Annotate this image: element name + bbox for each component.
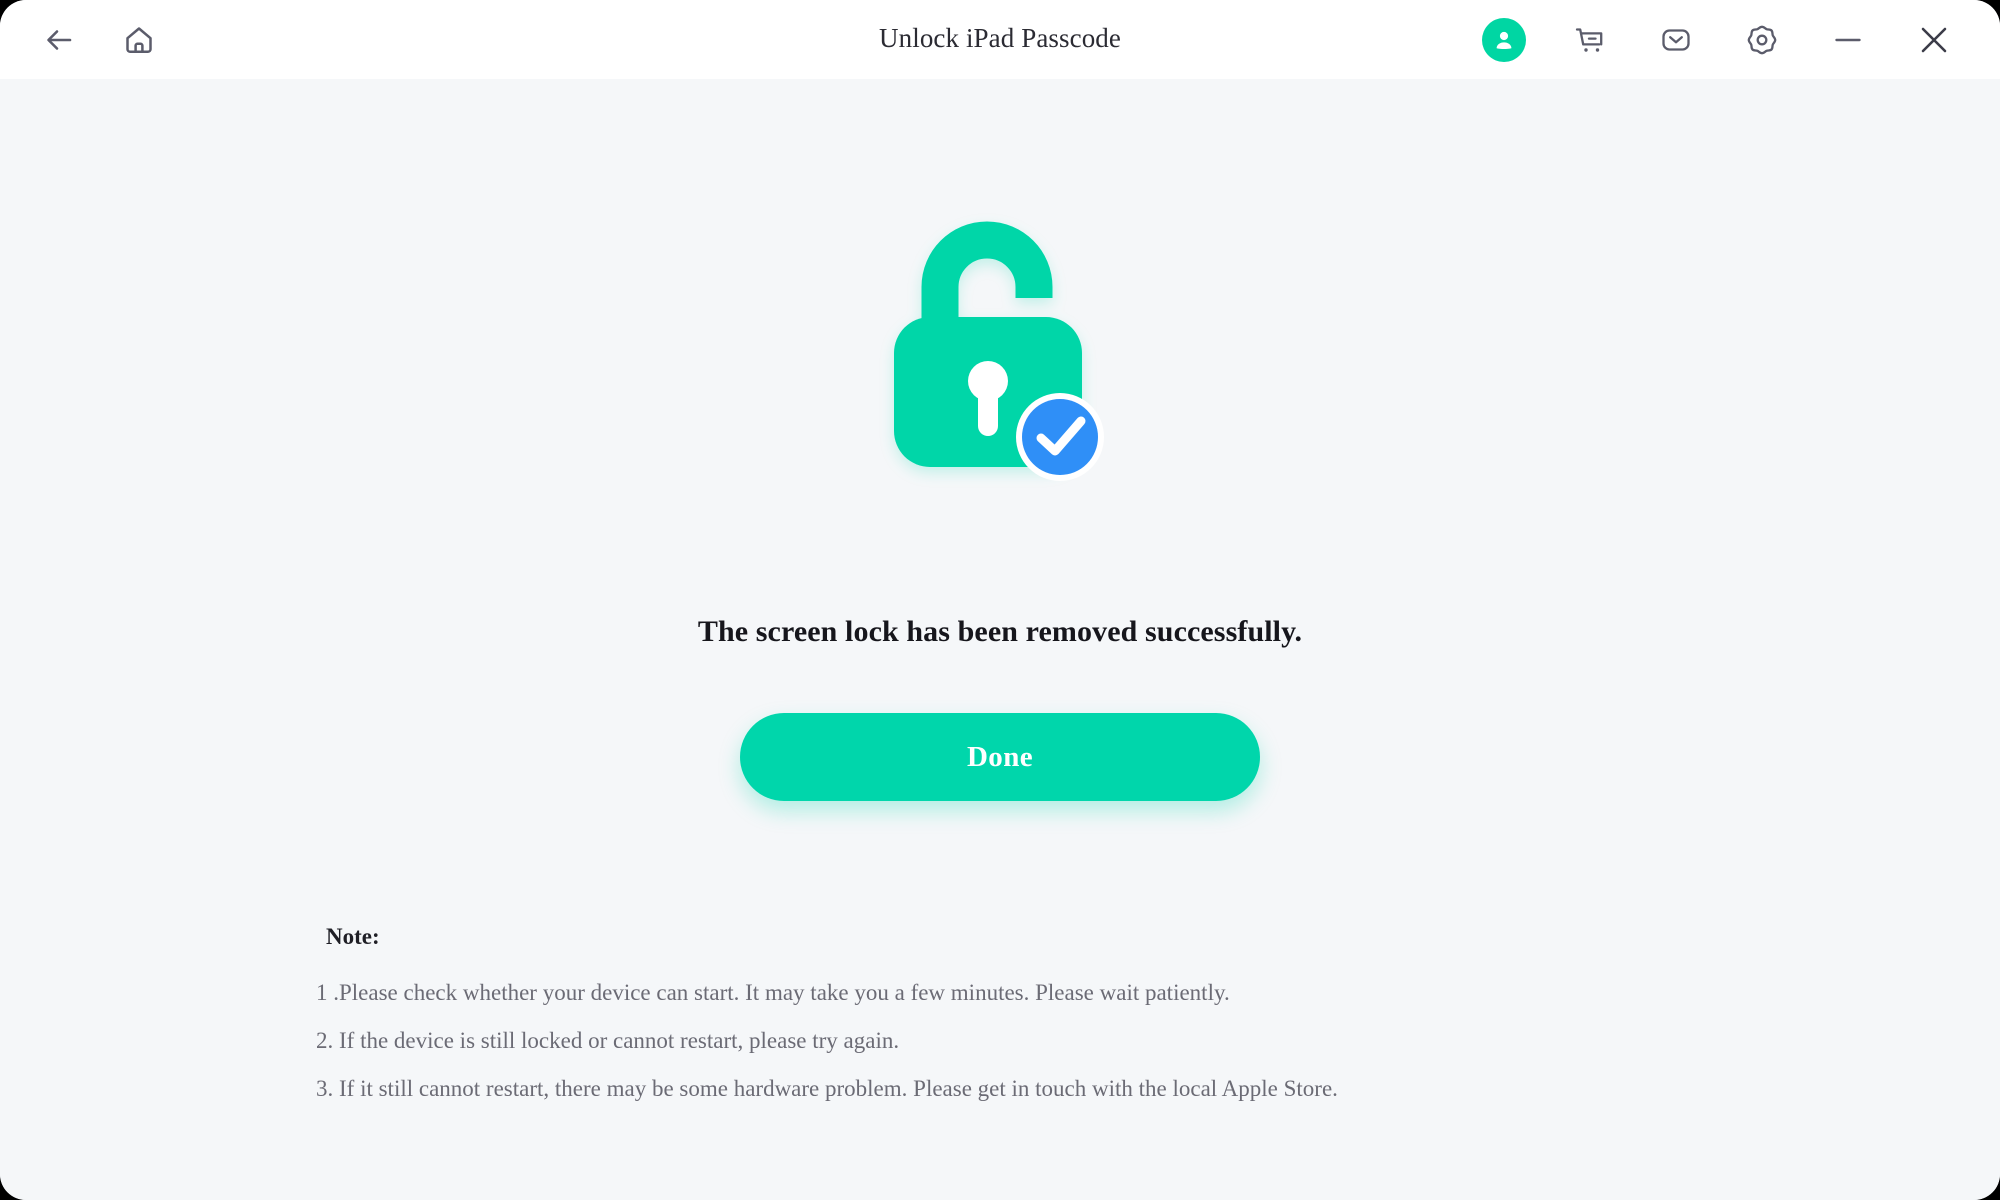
cart-icon[interactable] xyxy=(1568,18,1612,62)
note-block: Note: 1 .Please check whether your devic… xyxy=(316,924,1716,1125)
note-line-3: 3. If it still cannot restart, there may… xyxy=(316,1076,1338,1101)
done-button[interactable]: Done xyxy=(740,713,1260,801)
note-line-2: 2. If the device is still locked or cann… xyxy=(316,1028,900,1053)
note-line-1: 1 .Please check whether your device can … xyxy=(316,980,1230,1005)
minimize-icon[interactable] xyxy=(1826,18,1870,62)
close-icon[interactable] xyxy=(1912,18,1956,62)
titlebar: Unlock iPad Passcode xyxy=(0,0,2000,79)
success-headline: The screen lock has been removed success… xyxy=(697,615,1303,648)
content-area: The screen lock has been removed success… xyxy=(0,79,2000,1200)
titlebar-right-controls xyxy=(1482,0,1956,79)
gear-icon[interactable] xyxy=(1740,18,1784,62)
note-heading: Note: xyxy=(326,924,380,949)
mail-icon[interactable] xyxy=(1654,18,1698,62)
unlocked-padlock-with-check-badge-icon xyxy=(870,199,1130,489)
app-window: Unlock iPad Passcode The screen lock has… xyxy=(0,0,2000,1200)
account-icon[interactable] xyxy=(1482,17,1526,62)
